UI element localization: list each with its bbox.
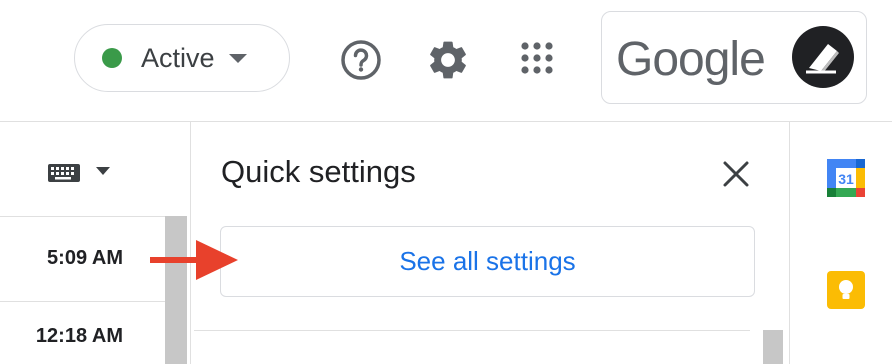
help-icon[interactable] [338,37,384,83]
keep-icon[interactable] [826,270,866,310]
quick-settings-title: Quick settings [221,154,416,189]
account-switcher[interactable]: Google [601,11,867,104]
status-dot [102,48,122,68]
list-item[interactable]: 12:18 AM [0,301,165,364]
close-icon[interactable] [719,157,753,191]
list-item-time: 5:09 AM [47,247,123,269]
calendar-icon[interactable]: 31 [826,157,866,199]
divider [194,330,750,331]
gear-icon[interactable] [425,37,471,83]
quick-settings-scrollbar[interactable] [763,330,783,364]
red-arrow-icon [148,236,240,284]
list-item-time: 12:18 AM [35,325,123,347]
apps-grid-icon[interactable] [517,38,557,78]
see-all-settings-button[interactable]: See all settings [220,226,755,297]
avatar[interactable] [792,26,854,88]
list-item[interactable]: 5:09 AM [0,216,165,302]
google-logo: Google [616,33,766,86]
calendar-day: 31 [838,171,854,187]
status-button[interactable]: Active [74,24,290,92]
chevron-down-icon [228,53,247,63]
status-label: Active [141,42,215,73]
input-tools-button[interactable] [46,161,116,185]
